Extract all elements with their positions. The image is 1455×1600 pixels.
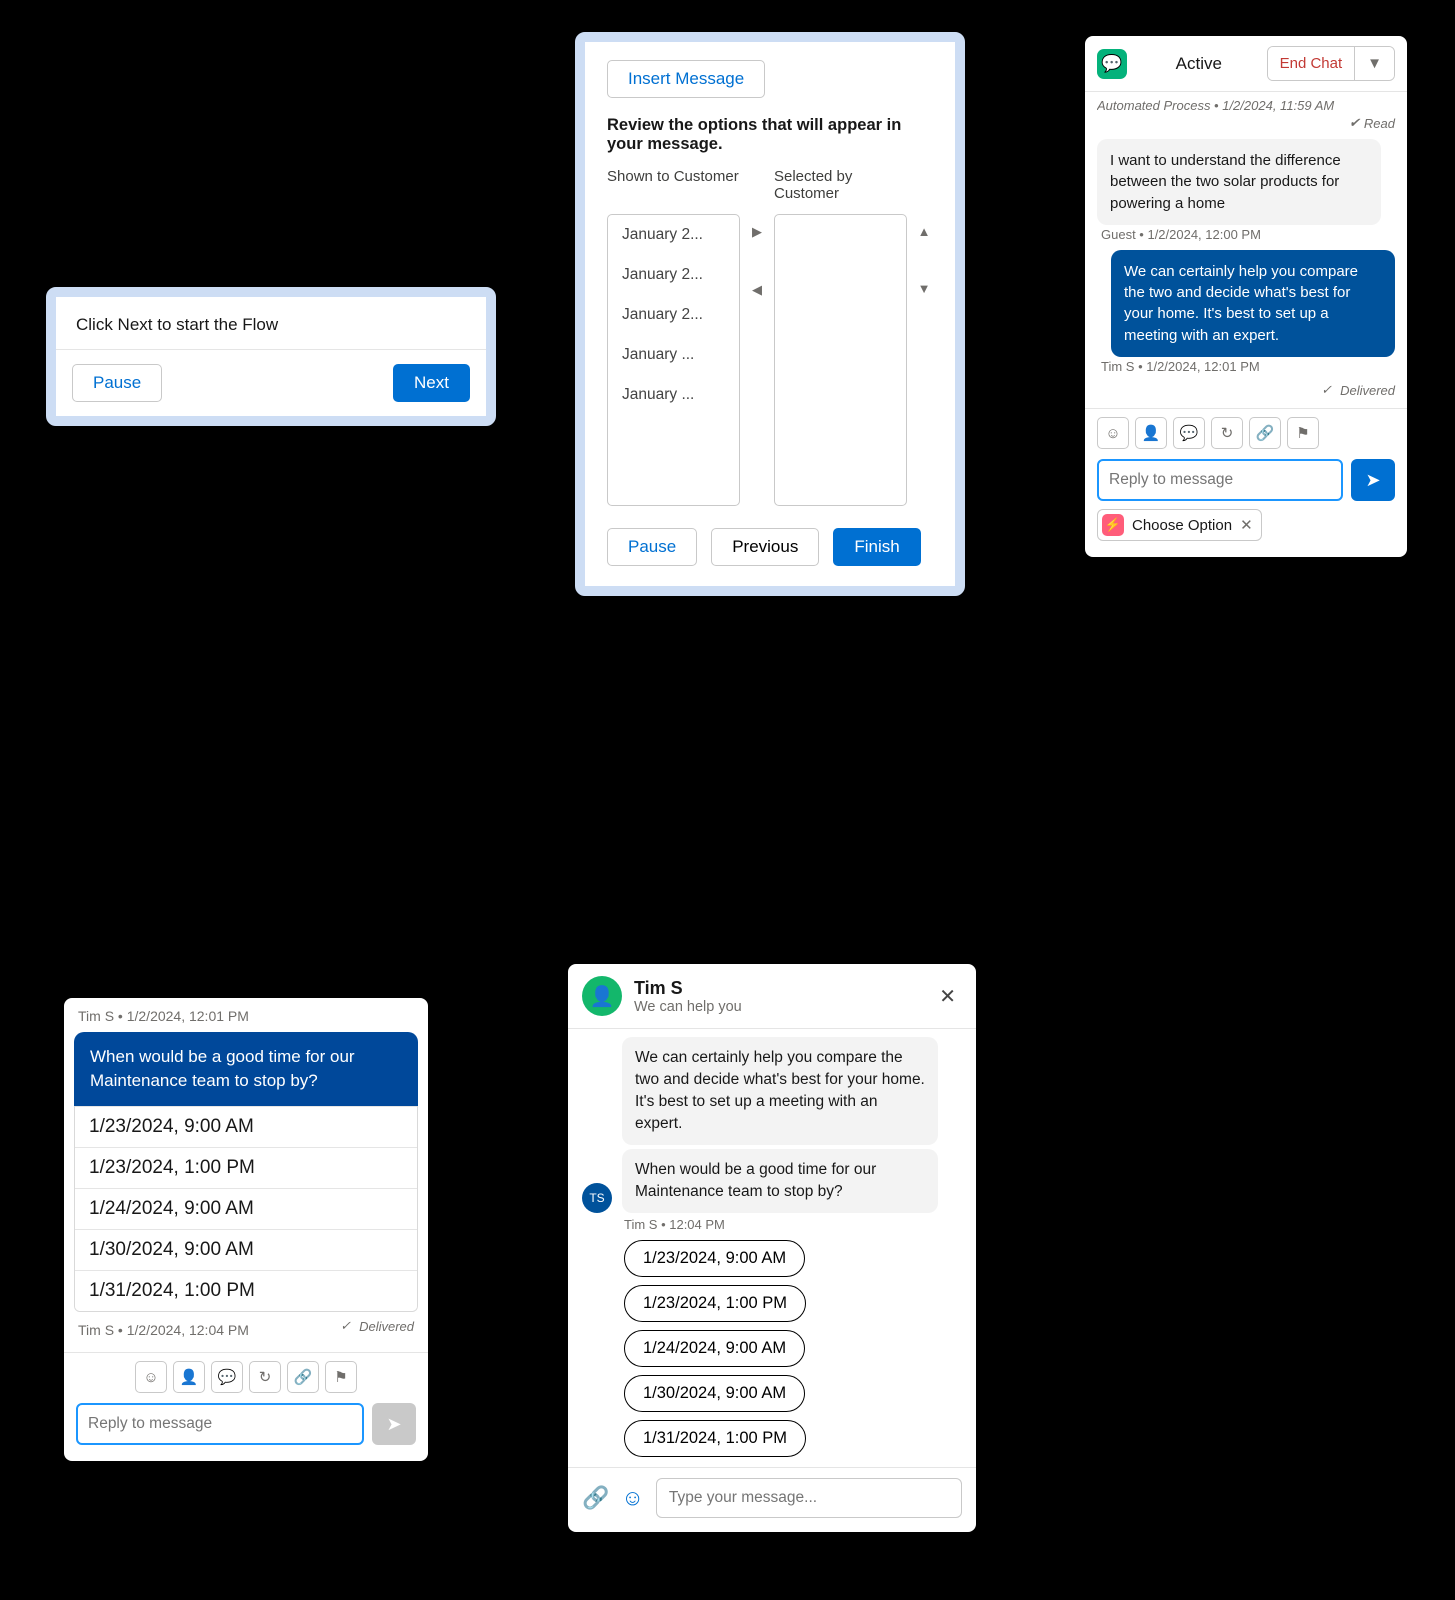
time-option[interactable]: 1/23/2024, 1:00 PM — [75, 1147, 417, 1188]
listbox-item[interactable]: January ... — [608, 375, 739, 415]
send-button[interactable]: ➤ — [372, 1403, 416, 1445]
chat-status: Active — [1141, 54, 1257, 74]
agent-chat-panel: 💬 Active End Chat ▼ Automated Process • … — [1085, 36, 1407, 557]
close-icon[interactable]: ✕ — [933, 980, 962, 1013]
pause-button[interactable]: Pause — [607, 528, 697, 566]
customer-chat-widget: 👤 Tim S We can help you ✕ We can certain… — [568, 964, 976, 1532]
time-option[interactable]: 1/30/2024, 9:00 AM — [75, 1229, 417, 1270]
agent-options-panel: Tim S • 1/2/2024, 12:01 PM When would be… — [64, 998, 428, 1461]
emoji-icon[interactable]: ☺ — [1097, 417, 1129, 449]
pause-button[interactable]: Pause — [72, 364, 162, 402]
refresh-icon[interactable]: ↻ — [249, 1361, 281, 1393]
time-choice-button[interactable]: 1/24/2024, 9:00 AM — [624, 1330, 805, 1367]
selected-by-customer-label: Selected by Customer — [774, 168, 907, 208]
move-left-icon[interactable]: ◀ — [752, 282, 762, 298]
flow-prompt: Click Next to start the Flow — [56, 297, 486, 349]
question-bubble: When would be a good time for our Mainte… — [74, 1032, 418, 1106]
attach-icon[interactable]: 🔗 — [287, 1361, 319, 1393]
selected-by-customer-listbox[interactable] — [774, 214, 907, 506]
time-choice-button[interactable]: 1/31/2024, 1:00 PM — [624, 1420, 806, 1457]
chip-close-icon[interactable]: ✕ — [1240, 516, 1253, 534]
flow-start-dialog: Click Next to start the Flow Pause Next — [46, 287, 496, 426]
attach-icon[interactable]: 🔗 — [1249, 417, 1281, 449]
choose-option-chip[interactable]: ⚡ Choose Option ✕ — [1097, 509, 1262, 541]
speech-icon[interactable]: 💬 — [211, 1361, 243, 1393]
check-icon: ✔ — [1349, 115, 1360, 131]
time-choice-button[interactable]: 1/23/2024, 9:00 AM — [624, 1240, 805, 1277]
move-down-icon[interactable]: ▼ — [918, 281, 931, 296]
speech-icon[interactable]: 💬 — [1173, 417, 1205, 449]
time-option[interactable]: 1/24/2024, 9:00 AM — [75, 1188, 417, 1229]
emoji-icon[interactable]: ☺ — [621, 1485, 643, 1511]
finish-button[interactable]: Finish — [833, 528, 920, 566]
reorder-arrows: ▲ ▼ — [915, 168, 933, 506]
time-option[interactable]: 1/31/2024, 1:00 PM — [75, 1270, 417, 1311]
agent-subtitle: We can help you — [634, 999, 921, 1015]
refresh-icon[interactable]: ↻ — [1211, 417, 1243, 449]
message-meta: Automated Process • 1/2/2024, 11:59 AM — [1097, 98, 1395, 113]
end-chat-dropdown[interactable]: ▼ — [1355, 47, 1394, 80]
agent-name: Tim S — [634, 978, 921, 999]
options-review-dialog: Insert Message Review the options that w… — [575, 32, 965, 596]
message-timestamp: Tim S • 12:04 PM — [624, 1217, 962, 1232]
delivered-status: Delivered — [359, 1319, 414, 1334]
flag-icon[interactable]: ⚑ — [1287, 417, 1319, 449]
listbox-item[interactable]: January ... — [608, 335, 739, 375]
agent-message: We can certainly help you compare the tw… — [1111, 250, 1395, 357]
time-choices: 1/23/2024, 9:00 AM 1/23/2024, 1:00 PM 1/24… — [624, 1240, 962, 1457]
listbox-item[interactable]: January 2... — [608, 215, 739, 255]
transfer-arrows: ▶ ◀ — [748, 168, 766, 506]
agent-message: When would be a good time for our Mainte… — [622, 1149, 938, 1213]
user-icon[interactable]: 👤 — [1135, 417, 1167, 449]
time-options-list: 1/23/2024, 9:00 AM1/23/2024, 1:00 PM1/24… — [74, 1106, 418, 1312]
flow-icon: ⚡ — [1102, 514, 1124, 536]
listbox-item[interactable]: January 2... — [608, 295, 739, 335]
delivered-status: Delivered — [1340, 383, 1395, 398]
emoji-icon[interactable]: ☺ — [135, 1361, 167, 1393]
time-choice-button[interactable]: 1/30/2024, 9:00 AM — [624, 1375, 805, 1412]
shown-to-customer-listbox[interactable]: January 2...January 2...January 2...Janu… — [607, 214, 740, 506]
agent-message: We can certainly help you compare the tw… — [622, 1037, 938, 1145]
agent-meta: Tim S • 1/2/2024, 12:01 PM — [1101, 359, 1395, 374]
reply-input[interactable] — [1097, 459, 1343, 501]
listbox-item[interactable]: January 2... — [608, 255, 739, 295]
message-input[interactable] — [656, 1478, 962, 1518]
time-choice-button[interactable]: 1/23/2024, 1:00 PM — [624, 1285, 806, 1322]
next-button[interactable]: Next — [393, 364, 470, 402]
move-up-icon[interactable]: ▲ — [918, 224, 931, 239]
insert-message-button[interactable]: Insert Message — [607, 60, 765, 98]
shown-to-customer-label: Shown to Customer — [607, 168, 740, 208]
sender-meta: Tim S • 1/2/2024, 12:04 PM — [78, 1322, 249, 1338]
send-button[interactable]: ➤ — [1351, 459, 1395, 501]
attach-icon[interactable]: 🔗 — [582, 1485, 609, 1511]
time-option[interactable]: 1/23/2024, 9:00 AM — [75, 1106, 417, 1147]
user-icon[interactable]: 👤 — [173, 1361, 205, 1393]
chip-label: Choose Option — [1132, 517, 1232, 534]
read-status: Read — [1364, 116, 1395, 131]
dialog-title: Review the options that will appear in y… — [607, 116, 933, 154]
end-chat-button[interactable]: End Chat — [1268, 47, 1356, 80]
guest-meta: Guest • 1/2/2024, 12:00 PM — [1101, 227, 1395, 242]
guest-message: I want to understand the difference betw… — [1097, 139, 1381, 225]
move-right-icon[interactable]: ▶ — [752, 224, 762, 240]
flag-icon[interactable]: ⚑ — [325, 1361, 357, 1393]
previous-button[interactable]: Previous — [711, 528, 819, 566]
reply-input[interactable] — [76, 1403, 364, 1445]
message-meta: Tim S • 1/2/2024, 12:01 PM — [64, 998, 428, 1026]
chat-icon: 💬 — [1097, 49, 1127, 79]
avatar: TS — [582, 1183, 612, 1213]
agent-avatar-icon: 👤 — [582, 976, 622, 1016]
